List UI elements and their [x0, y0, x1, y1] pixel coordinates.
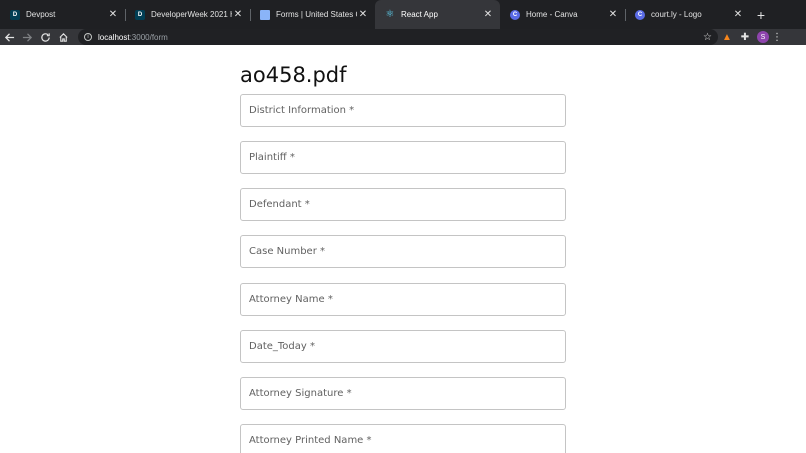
tab-title: React App	[401, 10, 438, 19]
district-information-field[interactable]: District Information *	[240, 94, 566, 127]
close-icon[interactable]: ✕	[732, 9, 744, 20]
tab-devpost[interactable]: D Devpost ✕	[0, 0, 125, 29]
close-icon[interactable]: ✕	[107, 9, 119, 20]
close-icon[interactable]: ✕	[607, 9, 619, 20]
bookmark-star-icon[interactable]: ☆	[703, 32, 712, 43]
profile-avatar[interactable]: S	[757, 31, 769, 43]
react-icon: ⚛	[385, 9, 395, 20]
tab-title: Devpost	[26, 10, 56, 19]
browser-menu-icon[interactable]: ⋮	[769, 32, 785, 43]
reload-button[interactable]	[36, 29, 54, 45]
forward-arrow-icon	[22, 32, 32, 42]
document-icon	[260, 9, 270, 20]
tab-title: Home - Canva	[526, 10, 578, 19]
tab-title: Forms | United States Cou	[276, 10, 357, 19]
defendant-field[interactable]: Defendant *	[240, 188, 566, 221]
devpost-icon: D	[10, 9, 20, 20]
url-host: localhost	[98, 32, 130, 42]
field-label: Defendant *	[249, 199, 310, 210]
extensions-puzzle-icon[interactable]: ✚	[736, 29, 754, 45]
tab-courtly-logo[interactable]: C court.ly - Logo ✕	[625, 0, 750, 29]
field-label: Attorney Printed Name *	[249, 435, 372, 446]
page-content: ao458.pdf District Information * Plainti…	[0, 45, 806, 453]
field-label: Attorney Name *	[249, 294, 333, 305]
home-button[interactable]	[54, 29, 72, 45]
browser-toolbar: i localhost:3000/form ☆ ▲ ✚ S ⋮	[0, 29, 806, 45]
reload-icon	[40, 32, 50, 42]
plaintiff-field[interactable]: Plaintiff *	[240, 141, 566, 174]
tab-strip: D Devpost ✕ D DeveloperWeek 2021 Hac ✕ F…	[0, 0, 806, 29]
canva-icon: C	[635, 9, 645, 20]
field-label: Case Number *	[249, 246, 326, 257]
attorney-signature-field[interactable]: Attorney Signature *	[240, 377, 566, 410]
back-arrow-icon	[4, 32, 14, 42]
url-path: :3000/form	[129, 32, 168, 42]
address-bar[interactable]: i localhost:3000/form ☆	[78, 29, 718, 45]
close-icon[interactable]: ✕	[482, 9, 494, 20]
tab-forms[interactable]: Forms | United States Cou ✕	[250, 0, 375, 29]
back-button[interactable]	[0, 29, 18, 45]
case-number-field[interactable]: Case Number *	[240, 235, 566, 268]
forward-button[interactable]	[18, 29, 36, 45]
field-label: Attorney Signature *	[249, 388, 352, 399]
info-icon[interactable]: i	[84, 33, 92, 41]
tab-title: DeveloperWeek 2021 Hac	[151, 10, 232, 19]
devpost-icon: D	[135, 9, 145, 20]
home-icon	[58, 32, 68, 42]
form-title: ao458.pdf	[240, 63, 347, 87]
field-label: Plaintiff *	[249, 152, 295, 163]
new-tab-button[interactable]: +	[750, 0, 772, 29]
tab-developerweek[interactable]: D DeveloperWeek 2021 Hac ✕	[125, 0, 250, 29]
attorney-name-field[interactable]: Attorney Name *	[240, 283, 566, 316]
field-label: District Information *	[249, 105, 355, 116]
field-label: Date_Today *	[249, 341, 316, 352]
attorney-printed-name-field[interactable]: Attorney Printed Name *	[240, 424, 566, 453]
canva-icon: C	[510, 9, 520, 20]
tab-canva-home[interactable]: C Home - Canva ✕	[500, 0, 625, 29]
date-today-field[interactable]: Date_Today *	[240, 330, 566, 363]
metamask-extension-icon[interactable]: ▲	[718, 29, 736, 45]
tab-react-app[interactable]: ⚛ React App ✕	[375, 0, 500, 29]
close-icon[interactable]: ✕	[357, 9, 369, 20]
close-icon[interactable]: ✕	[232, 9, 244, 20]
tab-title: court.ly - Logo	[651, 10, 702, 19]
